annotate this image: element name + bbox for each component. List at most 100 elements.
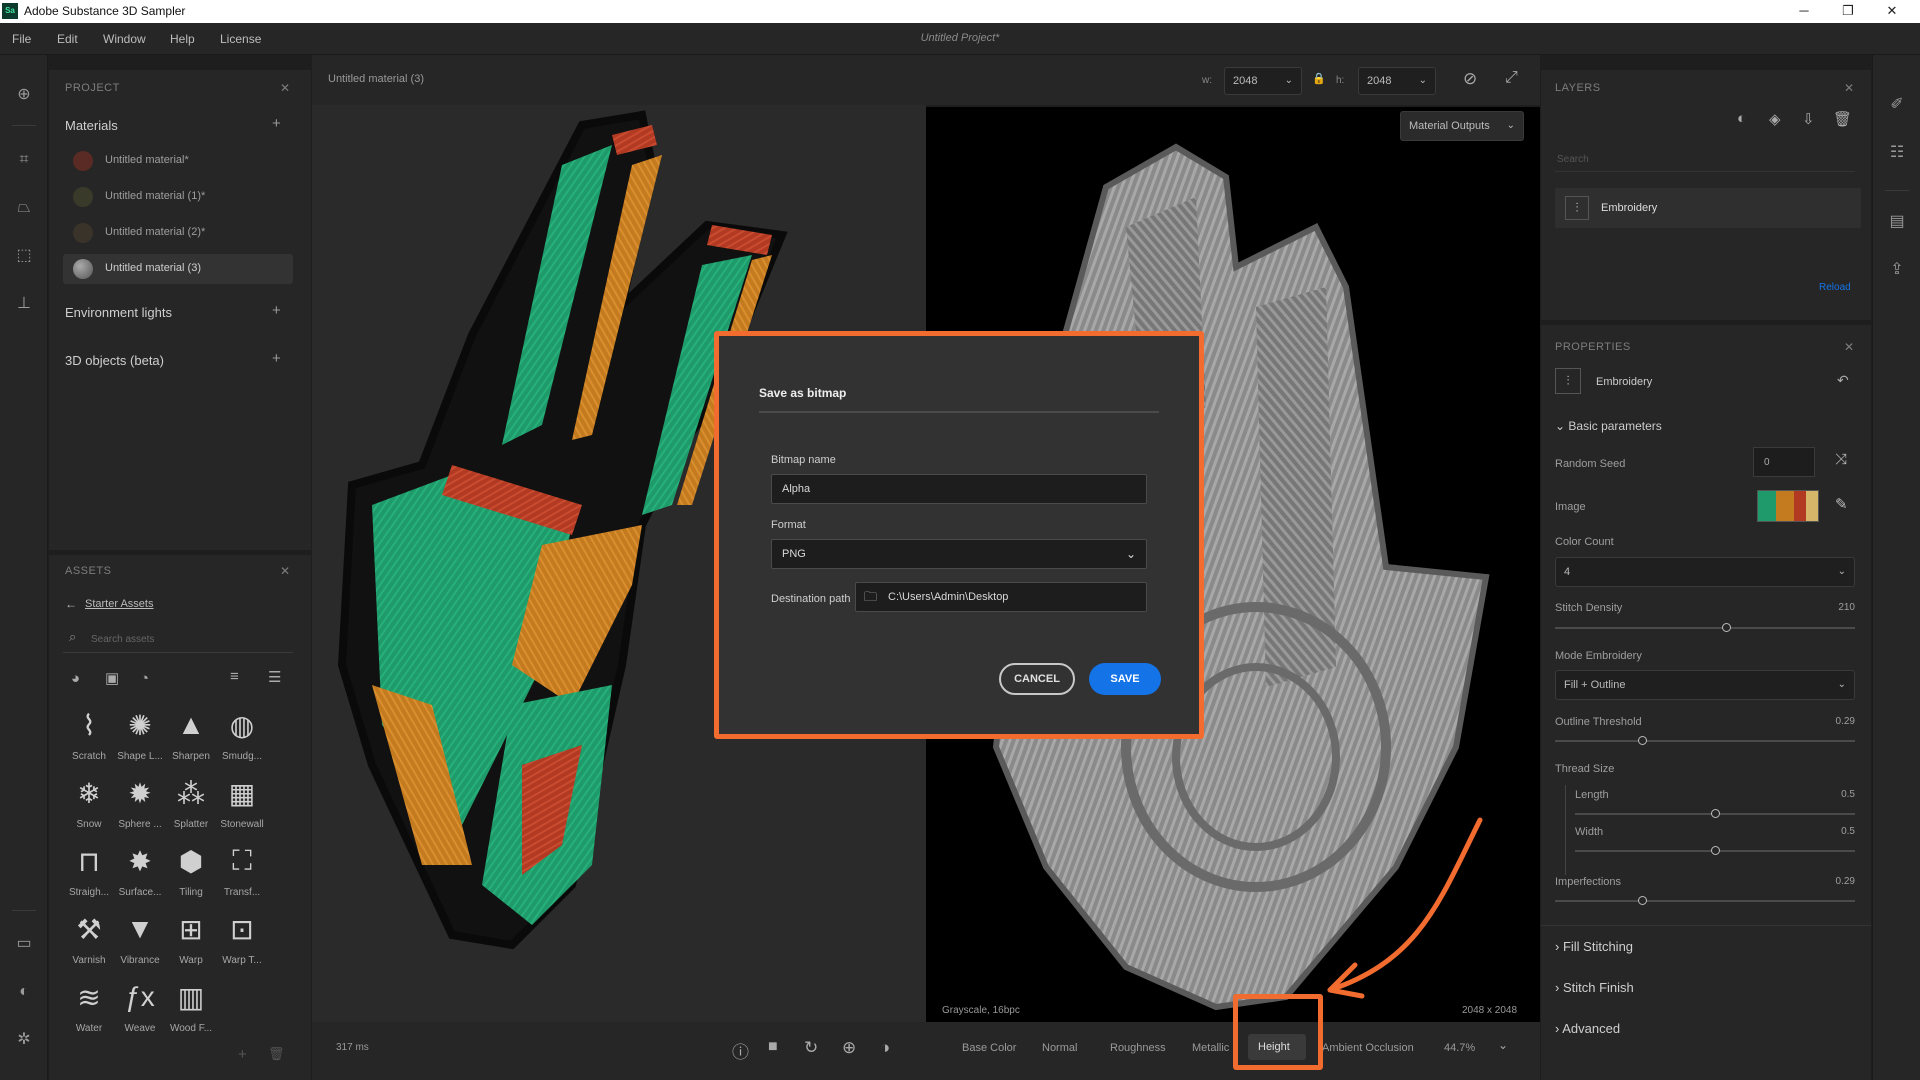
layers-search[interactable]: Search (1555, 146, 1855, 172)
stitch-density-slider[interactable] (1555, 627, 1855, 629)
basic-parameters-header[interactable]: ⌄ Basic parameters (1555, 419, 1662, 433)
asset-item[interactable]: ✺ Shape L... (116, 705, 164, 771)
menu-window[interactable]: Window (103, 32, 146, 46)
add-icon[interactable]: ⊕ (12, 83, 36, 107)
info-icon[interactable]: ⓘ (732, 1038, 749, 1063)
close-icon[interactable]: ✕ (280, 564, 290, 578)
outline-threshold-knob[interactable] (1638, 736, 1647, 745)
add-3d-object-button[interactable]: + (272, 350, 281, 367)
close-icon[interactable]: ✕ (1844, 81, 1854, 95)
asset-item[interactable]: ⛶ Transf... (218, 841, 266, 907)
width-knob[interactable] (1711, 846, 1720, 855)
share-icon[interactable]: ⇪ (1885, 258, 1909, 282)
asset-item[interactable]: ≋ Water (65, 977, 113, 1043)
chevron-down-icon[interactable]: ⌄ (1498, 1038, 1508, 1052)
material-outputs-select[interactable]: Material Outputs ⌄ (1400, 111, 1524, 141)
imperfections-knob[interactable] (1638, 896, 1647, 905)
search-input[interactable]: Search assets (91, 634, 154, 645)
mask-icon[interactable]: ◐ (1737, 110, 1746, 127)
sphere-icon[interactable]: ◑ (880, 1038, 890, 1058)
height-select[interactable]: 2048 ⌄ (1358, 67, 1436, 95)
close-icon[interactable]: ✕ (280, 81, 290, 95)
material-item-selected[interactable]: Untitled material (3) (63, 254, 293, 284)
stamp-icon[interactable]: ⊥ (12, 292, 36, 316)
adjustments-icon[interactable]: ☷ (1885, 141, 1909, 165)
asset-item[interactable]: ⁂ Splatter (167, 773, 215, 839)
asset-item[interactable]: ◍ Smudg... (218, 705, 266, 771)
add-layer-icon[interactable]: ◈ (1769, 110, 1781, 128)
pen-icon[interactable]: ✐ (1885, 93, 1909, 117)
material-item[interactable]: Untitled material* (63, 146, 293, 176)
asset-item[interactable]: ▥ Wood F... (167, 977, 215, 1043)
add-material-button[interactable]: + (272, 115, 281, 132)
image-filter-icon[interactable]: ▣ (105, 669, 119, 687)
zoom-level[interactable]: 44.7% (1444, 1042, 1475, 1054)
environment-icon[interactable]: ◐ (12, 980, 36, 1004)
material-filter-icon[interactable]: ◕ (71, 670, 80, 687)
transform-icon[interactable]: ⬚ (12, 244, 36, 268)
asset-item[interactable]: ⬢ Tiling (167, 841, 215, 907)
imperfections-slider[interactable] (1555, 900, 1855, 902)
advanced-section[interactable]: › Advanced (1555, 1021, 1620, 1036)
asset-item[interactable]: ⊡ Warp T... (218, 909, 266, 975)
search-box[interactable]: ⌕ Search assets (63, 627, 293, 653)
asset-item[interactable]: ƒx Weave (116, 977, 164, 1043)
asset-item[interactable]: ✹ Sphere ... (116, 773, 164, 839)
asset-item[interactable]: ⊓ Straigh... (65, 841, 113, 907)
asset-item[interactable]: ▲ Sharpen (167, 705, 215, 771)
random-seed-input[interactable]: 0 (1753, 447, 1815, 477)
reset-icon[interactable]: ↶ (1837, 372, 1849, 389)
document-icon[interactable]: ▤ (1885, 210, 1909, 234)
mode-embroidery-select[interactable]: Fill + Outline ⌄ (1555, 670, 1855, 700)
layers-search-input[interactable]: Search (1557, 154, 1589, 165)
asset-item[interactable]: ⊞ Warp (167, 909, 215, 975)
randomize-icon[interactable]: ⤨ (1835, 451, 1847, 468)
asset-item[interactable]: ▼ Vibrance (116, 909, 164, 975)
lock-icon[interactable]: 🔒 (1312, 72, 1326, 85)
width-select[interactable]: 2048 ⌄ (1224, 67, 1302, 95)
filter-filter-icon[interactable]: ◔ (140, 670, 149, 687)
menu-help[interactable]: Help (170, 32, 195, 46)
asset-item[interactable]: ✸ Surface... (116, 841, 164, 907)
menu-license[interactable]: License (220, 32, 261, 46)
fullscreen-icon[interactable]: ⤢ (1505, 69, 1518, 87)
reload-link[interactable]: Reload (1819, 282, 1851, 293)
asset-item[interactable]: ⚒ Varnish (65, 909, 113, 975)
asset-item[interactable]: ⌇ Scratch (65, 705, 113, 771)
brush-icon[interactable]: ✎ (1835, 495, 1848, 513)
plugins-icon[interactable]: ✲ (12, 1028, 36, 1052)
breadcrumb[interactable]: Starter Assets (85, 598, 153, 610)
crop-icon[interactable]: ⌗ (12, 148, 36, 172)
outline-threshold-slider[interactable] (1555, 740, 1855, 742)
globe-icon[interactable]: ⊕ (842, 1038, 856, 1058)
menu-edit[interactable]: Edit (57, 32, 78, 46)
material-item[interactable]: Untitled material (2)* (63, 218, 293, 248)
menu-file[interactable]: File (12, 32, 31, 46)
perspective-icon[interactable]: ⏢ (12, 196, 36, 220)
color-count-select[interactable]: 4 ⌄ (1555, 557, 1855, 587)
camera-icon[interactable]: ■ (768, 1038, 778, 1056)
image-thumbnail[interactable] (1757, 490, 1819, 522)
tab-base-color[interactable]: Base Color (962, 1042, 1016, 1054)
display-icon[interactable]: ▭ (12, 932, 36, 956)
split-view-icon[interactable]: ⊘ (1463, 69, 1477, 89)
fill-stitching-section[interactable]: › Fill Stitching (1555, 939, 1633, 954)
list-view-icon[interactable]: ☰ (268, 668, 281, 686)
material-item[interactable]: Untitled material (1)* (63, 182, 293, 212)
close-icon[interactable]: ✕ (1844, 340, 1854, 354)
add-asset-button[interactable]: + (238, 1046, 247, 1063)
tab-metallic[interactable]: Metallic (1192, 1042, 1229, 1054)
maximize-button[interactable]: ❐ (1826, 0, 1870, 23)
stitch-finish-section[interactable]: › Stitch Finish (1555, 980, 1634, 995)
trash-icon[interactable]: 🗑 (268, 1046, 285, 1062)
close-window-button[interactable]: ✕ (1870, 0, 1914, 23)
export-icon[interactable]: ⇩ (1802, 110, 1815, 128)
rotate-icon[interactable]: ↻ (804, 1038, 818, 1058)
asset-item[interactable]: ▦ Stonewall (218, 773, 266, 839)
tab-normal[interactable]: Normal (1042, 1042, 1077, 1054)
length-knob[interactable] (1711, 809, 1720, 818)
tab-ambient-occlusion[interactable]: Ambient Occlusion (1322, 1042, 1414, 1054)
add-environment-button[interactable]: + (272, 302, 281, 319)
stitch-density-knob[interactable] (1722, 623, 1731, 632)
layer-item-embroidery[interactable]: ⫶ Embroidery (1555, 188, 1861, 228)
